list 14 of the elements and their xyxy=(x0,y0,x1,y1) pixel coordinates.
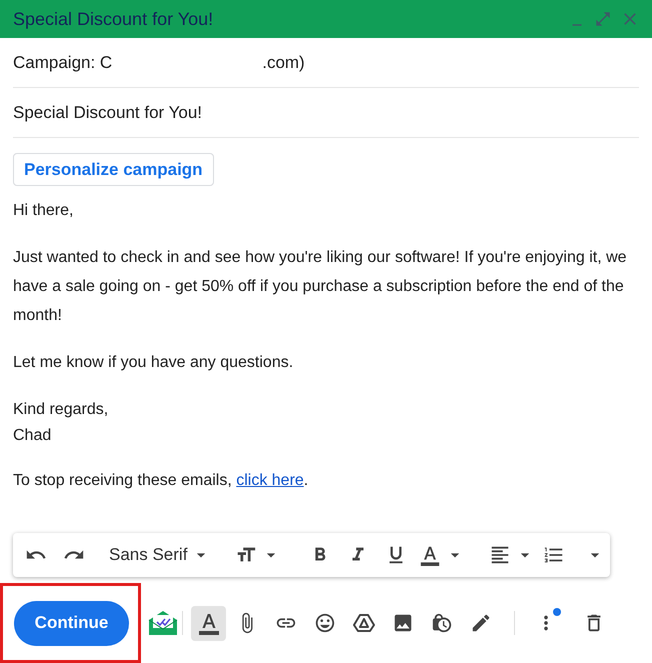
body-text: Let me know if you have any questions. xyxy=(13,353,294,373)
subject-field[interactable]: Special Discount for You! xyxy=(13,100,202,126)
body-text: Kind regards, xyxy=(13,400,110,420)
campaign-label: .com) xyxy=(262,52,305,74)
continue-button[interactable]: Continue xyxy=(14,600,129,646)
font-selector[interactable]: Sans Serif xyxy=(109,542,188,568)
unsubscribe-text: To stop receiving these emails, click here. xyxy=(13,471,310,491)
window-title: Special Discount for You! xyxy=(13,8,214,31)
personalize-campaign-button[interactable]: Personalize campaign xyxy=(13,153,214,186)
body-text: Chad xyxy=(13,426,52,446)
campaign-label: Campaign: C xyxy=(13,52,112,74)
unsubscribe-link[interactable]: click here xyxy=(236,472,304,489)
body-text: Hi there, xyxy=(13,201,74,221)
body-text: Just wanted to check in and see how you're liking our software! If you're enjoying it, we have a sale going on - get 50% off if you purchase a subscription before the end of the month! xyxy=(13,248,628,326)
